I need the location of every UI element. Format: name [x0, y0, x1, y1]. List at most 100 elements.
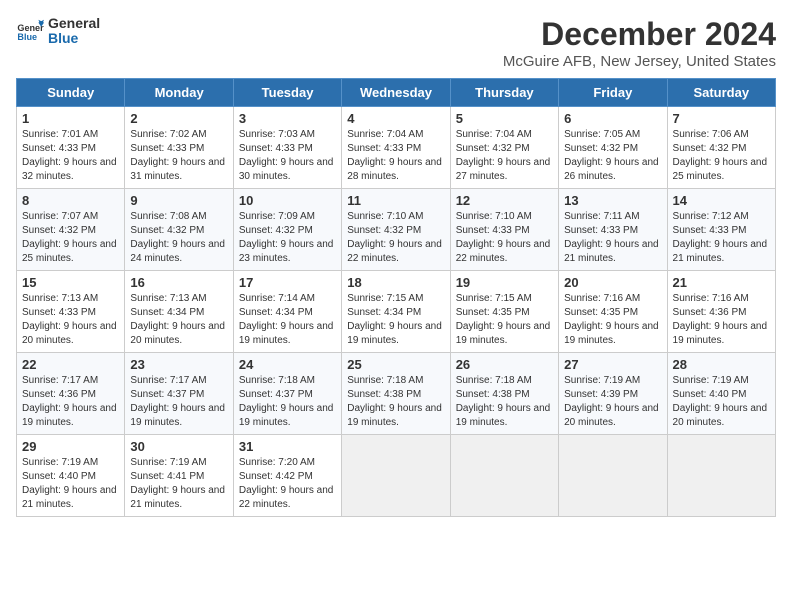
calendar-day-cell: 20 Sunrise: 7:16 AMSunset: 4:35 PMDaylig…	[559, 271, 667, 353]
day-number: 4	[347, 111, 444, 126]
title-area: December 2024 McGuire AFB, New Jersey, U…	[503, 16, 776, 70]
day-info: Sunrise: 7:09 AMSunset: 4:32 PMDaylight:…	[239, 210, 336, 266]
calendar-day-cell	[667, 435, 775, 517]
calendar-day-cell: 26 Sunrise: 7:18 AMSunset: 4:38 PMDaylig…	[450, 353, 558, 435]
day-number: 19	[456, 275, 553, 290]
day-info: Sunrise: 7:03 AMSunset: 4:33 PMDaylight:…	[239, 128, 336, 184]
day-info: Sunrise: 7:04 AMSunset: 4:33 PMDaylight:…	[347, 128, 444, 184]
day-number: 14	[673, 193, 770, 208]
day-info: Sunrise: 7:07 AMSunset: 4:32 PMDaylight:…	[22, 210, 119, 266]
calendar-week-row: 22 Sunrise: 7:17 AMSunset: 4:36 PMDaylig…	[17, 353, 776, 435]
weekday-header-cell: Saturday	[667, 79, 775, 107]
day-info: Sunrise: 7:10 AMSunset: 4:33 PMDaylight:…	[456, 210, 553, 266]
day-number: 22	[22, 357, 119, 372]
calendar-day-cell: 23 Sunrise: 7:17 AMSunset: 4:37 PMDaylig…	[125, 353, 233, 435]
day-number: 5	[456, 111, 553, 126]
weekday-header-cell: Monday	[125, 79, 233, 107]
logo-icon: General Blue	[16, 17, 44, 45]
day-info: Sunrise: 7:02 AMSunset: 4:33 PMDaylight:…	[130, 128, 227, 184]
day-number: 29	[22, 439, 119, 454]
weekday-header-cell: Friday	[559, 79, 667, 107]
weekday-header-cell: Tuesday	[233, 79, 341, 107]
calendar-week-row: 29 Sunrise: 7:19 AMSunset: 4:40 PMDaylig…	[17, 435, 776, 517]
svg-text:Blue: Blue	[17, 32, 37, 42]
day-number: 25	[347, 357, 444, 372]
day-number: 20	[564, 275, 661, 290]
calendar-day-cell: 13 Sunrise: 7:11 AMSunset: 4:33 PMDaylig…	[559, 189, 667, 271]
weekday-header-row: SundayMondayTuesdayWednesdayThursdayFrid…	[17, 79, 776, 107]
calendar-day-cell: 29 Sunrise: 7:19 AMSunset: 4:40 PMDaylig…	[17, 435, 125, 517]
calendar-day-cell: 1 Sunrise: 7:01 AMSunset: 4:33 PMDayligh…	[17, 107, 125, 189]
calendar-table: SundayMondayTuesdayWednesdayThursdayFrid…	[16, 78, 776, 517]
calendar-day-cell: 6 Sunrise: 7:05 AMSunset: 4:32 PMDayligh…	[559, 107, 667, 189]
day-number: 7	[673, 111, 770, 126]
day-number: 23	[130, 357, 227, 372]
day-info: Sunrise: 7:13 AMSunset: 4:33 PMDaylight:…	[22, 292, 119, 348]
day-info: Sunrise: 7:08 AMSunset: 4:32 PMDaylight:…	[130, 210, 227, 266]
day-info: Sunrise: 7:04 AMSunset: 4:32 PMDaylight:…	[456, 128, 553, 184]
day-number: 18	[347, 275, 444, 290]
day-info: Sunrise: 7:16 AMSunset: 4:35 PMDaylight:…	[564, 292, 661, 348]
calendar-day-cell: 17 Sunrise: 7:14 AMSunset: 4:34 PMDaylig…	[233, 271, 341, 353]
day-number: 11	[347, 193, 444, 208]
day-number: 17	[239, 275, 336, 290]
calendar-day-cell: 3 Sunrise: 7:03 AMSunset: 4:33 PMDayligh…	[233, 107, 341, 189]
calendar-day-cell: 2 Sunrise: 7:02 AMSunset: 4:33 PMDayligh…	[125, 107, 233, 189]
weekday-header-cell: Wednesday	[342, 79, 450, 107]
day-number: 8	[22, 193, 119, 208]
day-number: 30	[130, 439, 227, 454]
day-info: Sunrise: 7:20 AMSunset: 4:42 PMDaylight:…	[239, 456, 336, 512]
day-info: Sunrise: 7:05 AMSunset: 4:32 PMDaylight:…	[564, 128, 661, 184]
day-number: 31	[239, 439, 336, 454]
day-number: 9	[130, 193, 227, 208]
calendar-day-cell: 25 Sunrise: 7:18 AMSunset: 4:38 PMDaylig…	[342, 353, 450, 435]
calendar-day-cell: 5 Sunrise: 7:04 AMSunset: 4:32 PMDayligh…	[450, 107, 558, 189]
day-number: 15	[22, 275, 119, 290]
calendar-day-cell: 12 Sunrise: 7:10 AMSunset: 4:33 PMDaylig…	[450, 189, 558, 271]
day-number: 26	[456, 357, 553, 372]
calendar-day-cell: 7 Sunrise: 7:06 AMSunset: 4:32 PMDayligh…	[667, 107, 775, 189]
calendar-day-cell: 22 Sunrise: 7:17 AMSunset: 4:36 PMDaylig…	[17, 353, 125, 435]
calendar-day-cell	[559, 435, 667, 517]
location-title: McGuire AFB, New Jersey, United States	[503, 53, 776, 70]
day-info: Sunrise: 7:18 AMSunset: 4:38 PMDaylight:…	[456, 374, 553, 430]
calendar-day-cell: 15 Sunrise: 7:13 AMSunset: 4:33 PMDaylig…	[17, 271, 125, 353]
day-info: Sunrise: 7:17 AMSunset: 4:37 PMDaylight:…	[130, 374, 227, 430]
day-info: Sunrise: 7:11 AMSunset: 4:33 PMDaylight:…	[564, 210, 661, 266]
day-info: Sunrise: 7:17 AMSunset: 4:36 PMDaylight:…	[22, 374, 119, 430]
calendar-day-cell: 18 Sunrise: 7:15 AMSunset: 4:34 PMDaylig…	[342, 271, 450, 353]
day-info: Sunrise: 7:15 AMSunset: 4:34 PMDaylight:…	[347, 292, 444, 348]
logo: General Blue General Blue	[16, 16, 100, 47]
day-info: Sunrise: 7:19 AMSunset: 4:41 PMDaylight:…	[130, 456, 227, 512]
day-info: Sunrise: 7:15 AMSunset: 4:35 PMDaylight:…	[456, 292, 553, 348]
weekday-header-cell: Sunday	[17, 79, 125, 107]
day-info: Sunrise: 7:06 AMSunset: 4:32 PMDaylight:…	[673, 128, 770, 184]
weekday-header-cell: Thursday	[450, 79, 558, 107]
calendar-day-cell: 30 Sunrise: 7:19 AMSunset: 4:41 PMDaylig…	[125, 435, 233, 517]
logo-line2: Blue	[48, 31, 100, 46]
calendar-week-row: 15 Sunrise: 7:13 AMSunset: 4:33 PMDaylig…	[17, 271, 776, 353]
day-info: Sunrise: 7:18 AMSunset: 4:37 PMDaylight:…	[239, 374, 336, 430]
day-info: Sunrise: 7:12 AMSunset: 4:33 PMDaylight:…	[673, 210, 770, 266]
calendar-day-cell: 14 Sunrise: 7:12 AMSunset: 4:33 PMDaylig…	[667, 189, 775, 271]
day-info: Sunrise: 7:13 AMSunset: 4:34 PMDaylight:…	[130, 292, 227, 348]
day-info: Sunrise: 7:19 AMSunset: 4:39 PMDaylight:…	[564, 374, 661, 430]
day-info: Sunrise: 7:14 AMSunset: 4:34 PMDaylight:…	[239, 292, 336, 348]
calendar-day-cell: 31 Sunrise: 7:20 AMSunset: 4:42 PMDaylig…	[233, 435, 341, 517]
day-info: Sunrise: 7:10 AMSunset: 4:32 PMDaylight:…	[347, 210, 444, 266]
calendar-day-cell: 24 Sunrise: 7:18 AMSunset: 4:37 PMDaylig…	[233, 353, 341, 435]
day-number: 3	[239, 111, 336, 126]
calendar-day-cell: 16 Sunrise: 7:13 AMSunset: 4:34 PMDaylig…	[125, 271, 233, 353]
day-number: 28	[673, 357, 770, 372]
calendar-day-cell: 10 Sunrise: 7:09 AMSunset: 4:32 PMDaylig…	[233, 189, 341, 271]
day-info: Sunrise: 7:19 AMSunset: 4:40 PMDaylight:…	[673, 374, 770, 430]
day-number: 27	[564, 357, 661, 372]
day-info: Sunrise: 7:16 AMSunset: 4:36 PMDaylight:…	[673, 292, 770, 348]
calendar-week-row: 1 Sunrise: 7:01 AMSunset: 4:33 PMDayligh…	[17, 107, 776, 189]
header: General Blue General Blue December 2024 …	[16, 16, 776, 70]
day-number: 10	[239, 193, 336, 208]
calendar-day-cell: 11 Sunrise: 7:10 AMSunset: 4:32 PMDaylig…	[342, 189, 450, 271]
day-number: 12	[456, 193, 553, 208]
calendar-day-cell	[342, 435, 450, 517]
month-title: December 2024	[503, 16, 776, 53]
